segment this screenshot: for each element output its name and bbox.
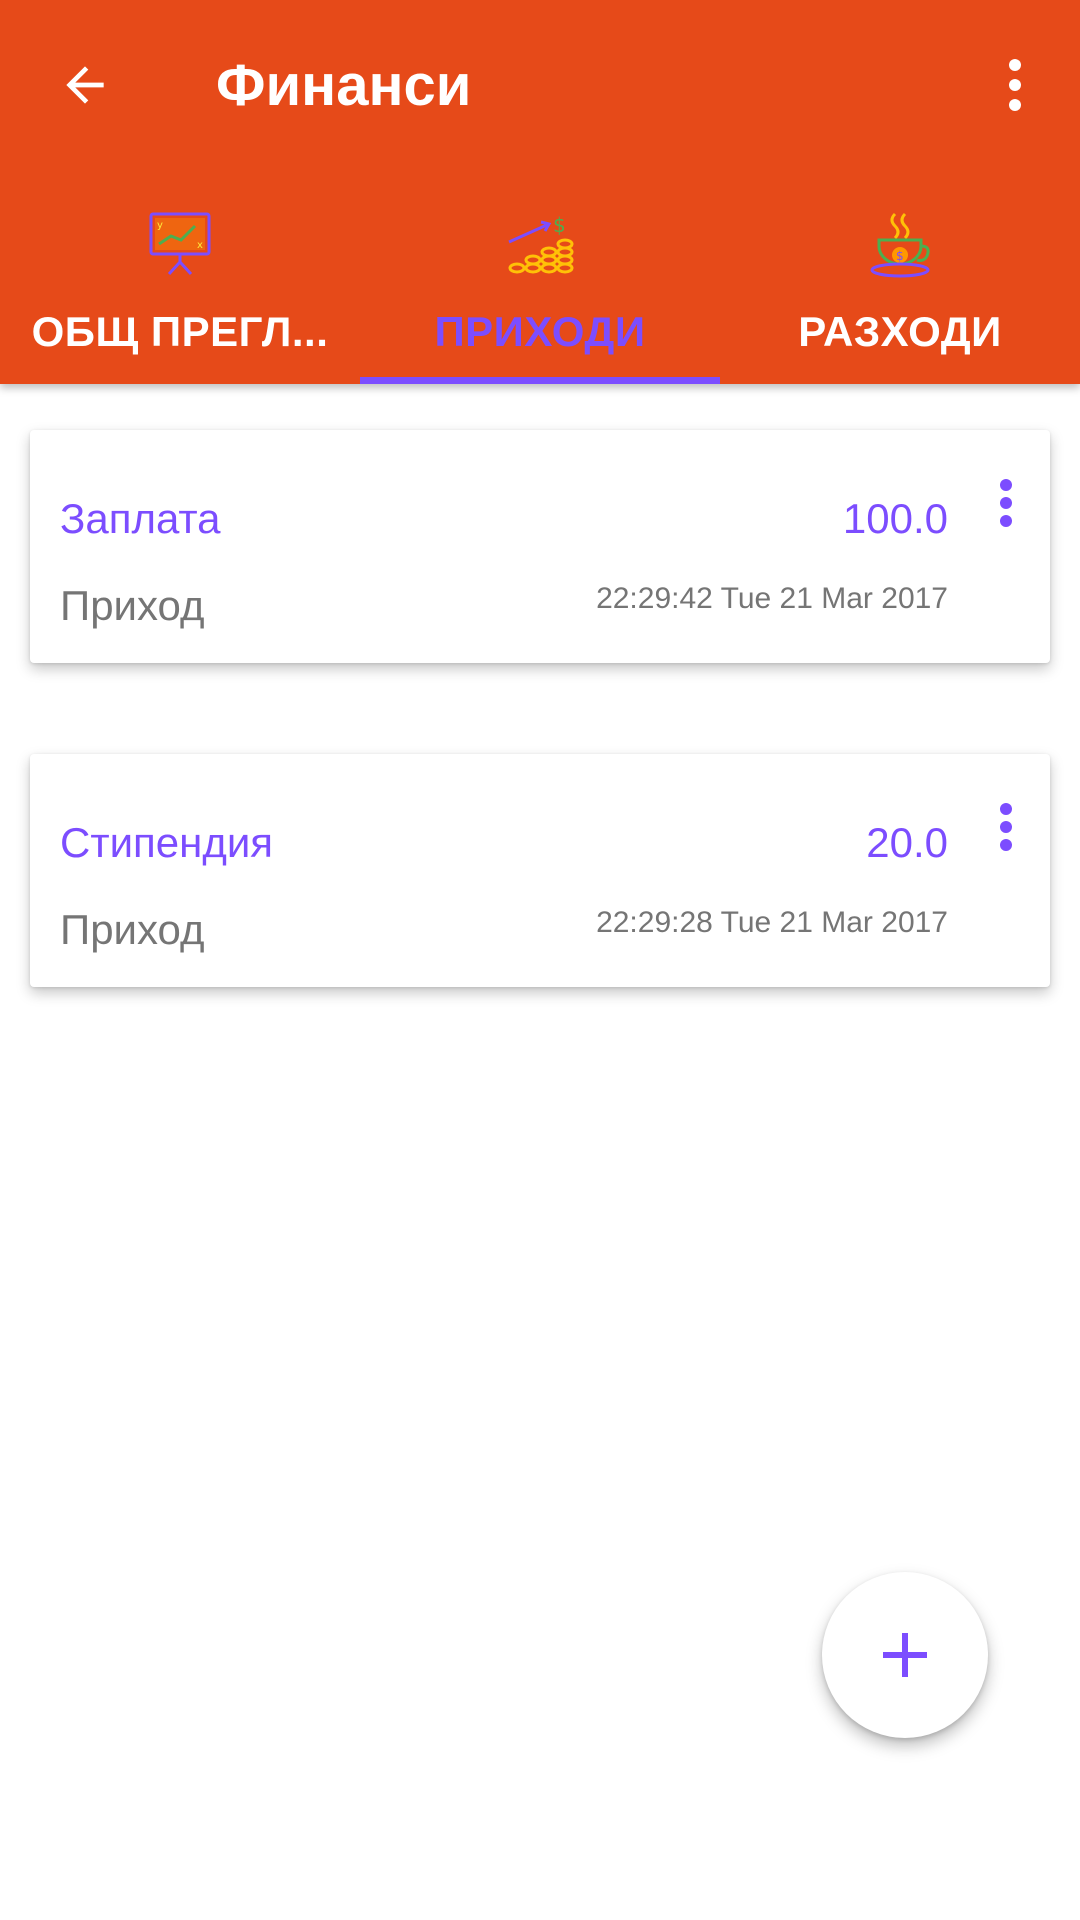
app-bar: Финанси y x ОБЩ ПРЕГЛ... $ ПРИХОДИ $ РАЗ… <box>0 0 1080 384</box>
chart-board-icon: y x <box>149 212 211 276</box>
card-menu-button[interactable] <box>986 468 1026 538</box>
page-title: Финанси <box>216 53 472 118</box>
entry-amount: 100.0 <box>842 495 948 542</box>
tab-overview-label: ОБЩ ПРЕГЛ... <box>31 308 329 355</box>
entry-name: Заплата <box>60 495 221 542</box>
entry-amount: 20.0 <box>866 819 948 866</box>
add-icon <box>883 1633 927 1677</box>
arrow-back-icon <box>66 66 104 104</box>
more-vert-icon <box>1000 803 1012 851</box>
active-tab-indicator <box>360 377 720 384</box>
card-menu-button[interactable] <box>986 792 1026 862</box>
entry-type: Приход <box>60 582 205 629</box>
tab-overview[interactable]: y x ОБЩ ПРЕГЛ... <box>0 170 360 384</box>
tab-expenses-label: РАЗХОДИ <box>798 308 1002 355</box>
add-entry-fab[interactable] <box>822 1572 988 1738</box>
svg-text:$: $ <box>896 249 904 263</box>
entry-name: Стипендия <box>60 819 274 866</box>
entry-type: Приход <box>60 906 205 953</box>
back-button[interactable] <box>40 45 130 125</box>
income-card[interactable]: Стипендия 20.0 Приход 22:29:28 Tue 21 Ma… <box>30 754 1050 987</box>
svg-text:y: y <box>157 220 163 231</box>
tab-incomes-label: ПРИХОДИ <box>434 308 646 355</box>
more-vert-icon <box>1009 59 1021 111</box>
svg-text:x: x <box>197 240 203 251</box>
rising-coins-icon: $ <box>508 213 574 274</box>
entry-date: 22:29:42 Tue 21 Mar 2017 <box>596 582 948 615</box>
tab-bar: y x ОБЩ ПРЕГЛ... $ ПРИХОДИ $ РАЗХОДИ <box>0 170 1080 384</box>
svg-text:$: $ <box>553 213 566 237</box>
tab-expenses[interactable]: $ РАЗХОДИ <box>720 170 1080 384</box>
toolbar: Финанси <box>0 0 1080 170</box>
tab-incomes[interactable]: $ ПРИХОДИ <box>360 170 720 384</box>
more-vert-icon <box>1000 479 1012 527</box>
money-cup-icon: $ <box>870 212 930 278</box>
overflow-menu-button[interactable] <box>990 50 1040 120</box>
entry-date: 22:29:28 Tue 21 Mar 2017 <box>596 906 948 939</box>
income-card[interactable]: Заплата 100.0 Приход 22:29:42 Tue 21 Mar… <box>30 430 1050 663</box>
